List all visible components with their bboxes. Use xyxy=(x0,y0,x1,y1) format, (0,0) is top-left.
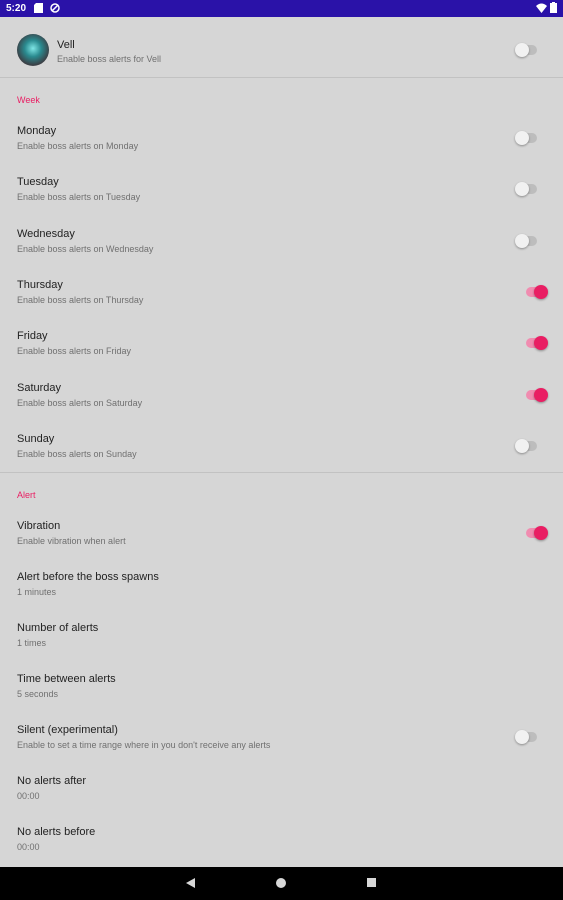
day-title: Tuesday xyxy=(17,176,59,188)
alert-before-spawn-row[interactable]: Alert before the boss spawns 1 minutes xyxy=(0,563,563,611)
home-icon[interactable] xyxy=(276,878,286,888)
boss-header-row[interactable]: Vell Enable boss alerts for Vell xyxy=(0,17,563,77)
alert-before-spawn-title: Alert before the boss spawns xyxy=(17,571,159,583)
day-subtitle: Enable boss alerts on Sunday xyxy=(17,449,137,459)
day-title: Sunday xyxy=(17,433,55,445)
sd-card-icon xyxy=(34,3,43,13)
boss-avatar xyxy=(17,34,49,66)
silent-switch[interactable] xyxy=(513,730,539,744)
day-row-friday[interactable]: Friday Enable boss alerts on Friday xyxy=(0,322,563,370)
recents-icon[interactable] xyxy=(367,878,376,887)
boss-subtitle: Enable boss alerts for Vell xyxy=(57,54,162,64)
vibration-subtitle: Enable vibration when alert xyxy=(17,536,126,546)
number-of-alerts-value: 1 times xyxy=(17,638,47,648)
vibration-title: Vibration xyxy=(17,520,61,532)
no-alerts-before-value: 00:00 xyxy=(17,842,40,852)
day-switch-monday[interactable] xyxy=(513,131,539,145)
day-subtitle: Enable boss alerts on Tuesday xyxy=(17,192,141,202)
divider xyxy=(0,77,563,78)
time-between-alerts-value: 5 seconds xyxy=(17,689,59,699)
navigation-bar xyxy=(0,867,563,900)
alert-before-spawn-value: 1 minutes xyxy=(17,587,57,597)
day-row-sunday[interactable]: Sunday Enable boss alerts on Sunday xyxy=(0,425,563,473)
day-switch-sunday[interactable] xyxy=(513,439,539,453)
battery-icon xyxy=(550,2,557,16)
day-subtitle: Enable boss alerts on Saturday xyxy=(17,398,143,408)
wifi-icon xyxy=(536,3,547,16)
section-alert-label: Alert xyxy=(17,490,36,500)
day-row-saturday[interactable]: Saturday Enable boss alerts on Saturday xyxy=(0,374,563,422)
no-signal-icon xyxy=(50,3,60,13)
day-switch-wednesday[interactable] xyxy=(513,234,539,248)
day-switch-friday[interactable] xyxy=(522,336,548,350)
day-subtitle: Enable boss alerts on Wednesday xyxy=(17,244,154,254)
day-title: Monday xyxy=(17,125,57,137)
no-alerts-before-title: No alerts before xyxy=(17,826,96,838)
time-between-alerts-title: Time between alerts xyxy=(17,673,116,685)
day-switch-saturday[interactable] xyxy=(522,388,548,402)
day-title: Saturday xyxy=(17,382,62,394)
day-title: Wednesday xyxy=(17,228,75,240)
divider xyxy=(0,472,563,473)
day-row-wednesday[interactable]: Wednesday Enable boss alerts on Wednesday xyxy=(0,220,563,268)
day-switch-thursday[interactable] xyxy=(522,285,548,299)
day-title: Thursday xyxy=(17,279,63,291)
silent-row[interactable]: Silent (experimental) Enable to set a ti… xyxy=(0,716,563,764)
day-subtitle: Enable boss alerts on Friday xyxy=(17,346,132,356)
day-title: Friday xyxy=(17,330,48,342)
no-alerts-after-row[interactable]: No alerts after 00:00 xyxy=(0,767,563,815)
silent-title: Silent (experimental) xyxy=(17,724,118,736)
day-subtitle: Enable boss alerts on Thursday xyxy=(17,295,144,305)
number-of-alerts-title: Number of alerts xyxy=(17,622,99,634)
day-switch-tuesday[interactable] xyxy=(513,182,539,196)
time-between-alerts-row[interactable]: Time between alerts 5 seconds xyxy=(0,665,563,713)
boss-title: Vell xyxy=(57,39,75,51)
vibration-switch[interactable] xyxy=(522,526,548,540)
day-row-monday[interactable]: Monday Enable boss alerts on Monday xyxy=(0,117,563,165)
section-week-label: Week xyxy=(17,95,40,105)
status-time: 5:20 xyxy=(6,3,27,14)
no-alerts-after-value: 00:00 xyxy=(17,791,40,801)
number-of-alerts-row[interactable]: Number of alerts 1 times xyxy=(0,614,563,662)
no-alerts-before-row[interactable]: No alerts before 00:00 xyxy=(0,818,563,866)
silent-subtitle: Enable to set a time range where in you … xyxy=(17,740,271,750)
day-row-thursday[interactable]: Thursday Enable boss alerts on Thursday xyxy=(0,271,563,319)
back-icon[interactable] xyxy=(186,878,195,888)
vibration-row[interactable]: Vibration Enable vibration when alert xyxy=(0,512,563,560)
no-alerts-after-title: No alerts after xyxy=(17,775,87,787)
boss-enable-switch[interactable] xyxy=(513,43,539,57)
day-row-tuesday[interactable]: Tuesday Enable boss alerts on Tuesday xyxy=(0,168,563,216)
day-subtitle: Enable boss alerts on Monday xyxy=(17,141,139,151)
status-bar: 5:20 xyxy=(0,0,563,17)
